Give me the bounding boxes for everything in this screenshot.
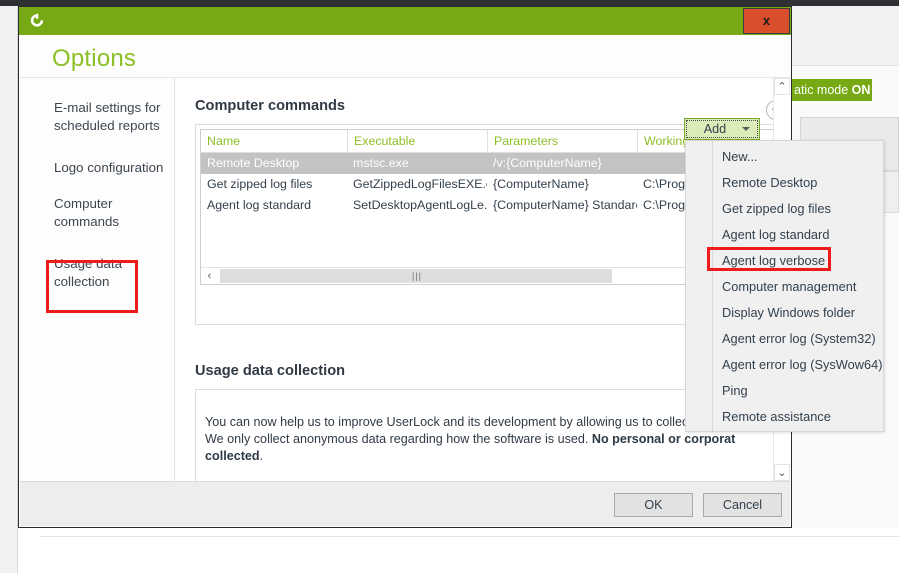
cell-parameters: /v:{ComputerName} — [493, 156, 602, 170]
background-panel-top — [790, 6, 899, 66]
usage-paragraph-1: You can now help us to improve UserLock … — [205, 414, 745, 465]
column-header-executable[interactable]: Executable — [347, 130, 487, 152]
dialog-footer: OK Cancel — [20, 481, 790, 526]
page-title: Options — [52, 45, 137, 72]
menu-item-get-zipped-log-files[interactable]: Get zipped log files — [714, 196, 882, 221]
cell-parameters: {ComputerName} — [493, 177, 589, 191]
menu-item-ping[interactable]: Ping — [714, 378, 882, 403]
usage-data-section-title: Usage data collection — [195, 363, 346, 379]
chevron-down-icon — [742, 127, 750, 131]
sidebar-item-usage-data-collection[interactable]: Usage data collection — [54, 255, 169, 291]
dialog-title-bar: x — [19, 7, 791, 35]
cell-executable: SetDesktopAgentLogLe... — [353, 198, 487, 212]
cell-name: Remote Desktop — [207, 156, 300, 170]
usage-paragraph-1-bold-b: collected — [205, 449, 260, 463]
column-header-name[interactable]: Name — [201, 130, 347, 152]
menu-item-agent-error-log-syswow64[interactable]: Agent error log (SysWow64) — [714, 352, 883, 377]
userlock-logo-icon — [27, 11, 47, 31]
usage-paragraph-1-line1: You can now help us to improve UserLock … — [205, 415, 731, 429]
ok-button[interactable]: OK — [614, 493, 693, 517]
menu-item-new[interactable]: New... — [714, 144, 882, 169]
sidebar-item-email-settings[interactable]: E-mail settings for scheduled reports — [54, 99, 169, 135]
column-header-parameters[interactable]: Parameters — [487, 130, 637, 152]
sidebar-item-computer-commands[interactable]: Computer commands — [54, 195, 169, 231]
add-dropdown-menu: New... Remote Desktop Get zipped log fil… — [685, 140, 884, 432]
options-dialog: x Options E-mail settings for scheduled … — [18, 6, 792, 528]
menu-item-remote-assistance[interactable]: Remote assistance — [714, 404, 882, 429]
scroll-down-arrow-icon[interactable]: ⌄ — [774, 464, 790, 481]
cell-name: Agent log standard — [207, 198, 312, 212]
sidebar-item-logo-configuration[interactable]: Logo configuration — [54, 159, 169, 177]
menu-icon-gutter — [686, 141, 713, 431]
cell-name: Get zipped log files — [207, 177, 313, 191]
menu-item-remote-desktop[interactable]: Remote Desktop — [714, 170, 882, 195]
scrollbar-grip-icon: ||| — [412, 271, 423, 281]
background-bottom-divider — [40, 536, 899, 537]
cancel-button[interactable]: Cancel — [703, 493, 782, 517]
cell-executable: mstsc.exe — [353, 156, 409, 170]
menu-item-agent-error-log-system32[interactable]: Agent error log (System32) — [714, 326, 882, 351]
close-button[interactable]: x — [743, 8, 790, 34]
add-button[interactable]: Add — [684, 118, 760, 140]
menu-item-display-windows-folder[interactable]: Display Windows folder — [714, 300, 882, 325]
scroll-left-arrow-icon[interactable]: ‹ — [201, 268, 218, 284]
background-bottom-area — [18, 528, 899, 573]
usage-paragraph-1-bold-a: No personal or corporat — [591, 432, 736, 446]
cell-parameters: {ComputerName} Standard — [493, 198, 637, 212]
options-sidebar: E-mail settings for scheduled reports Lo… — [20, 78, 175, 481]
automatic-mode-badge-state: ON — [851, 83, 871, 97]
usage-paragraph-1-end: . — [259, 449, 264, 463]
scrollbar-thumb[interactable]: ||| — [220, 269, 612, 283]
background-left-strip — [0, 6, 18, 573]
cell-executable: GetZippedLogFilesEXE.e... — [353, 177, 487, 191]
automatic-mode-badge-text: atic mode — [794, 83, 852, 97]
menu-item-agent-log-verbose[interactable]: Agent log verbose — [714, 248, 882, 273]
usage-paragraph-1-line2: We only collect anonymous data regarding… — [205, 432, 592, 446]
computer-commands-section-title: Computer commands — [195, 98, 346, 114]
automatic-mode-badge: atic mode ON — [790, 79, 872, 101]
scroll-up-arrow-icon[interactable]: ⌃ — [774, 78, 790, 95]
menu-item-computer-management[interactable]: Computer management — [714, 274, 882, 299]
menu-item-agent-log-standard[interactable]: Agent log standard — [714, 222, 882, 247]
